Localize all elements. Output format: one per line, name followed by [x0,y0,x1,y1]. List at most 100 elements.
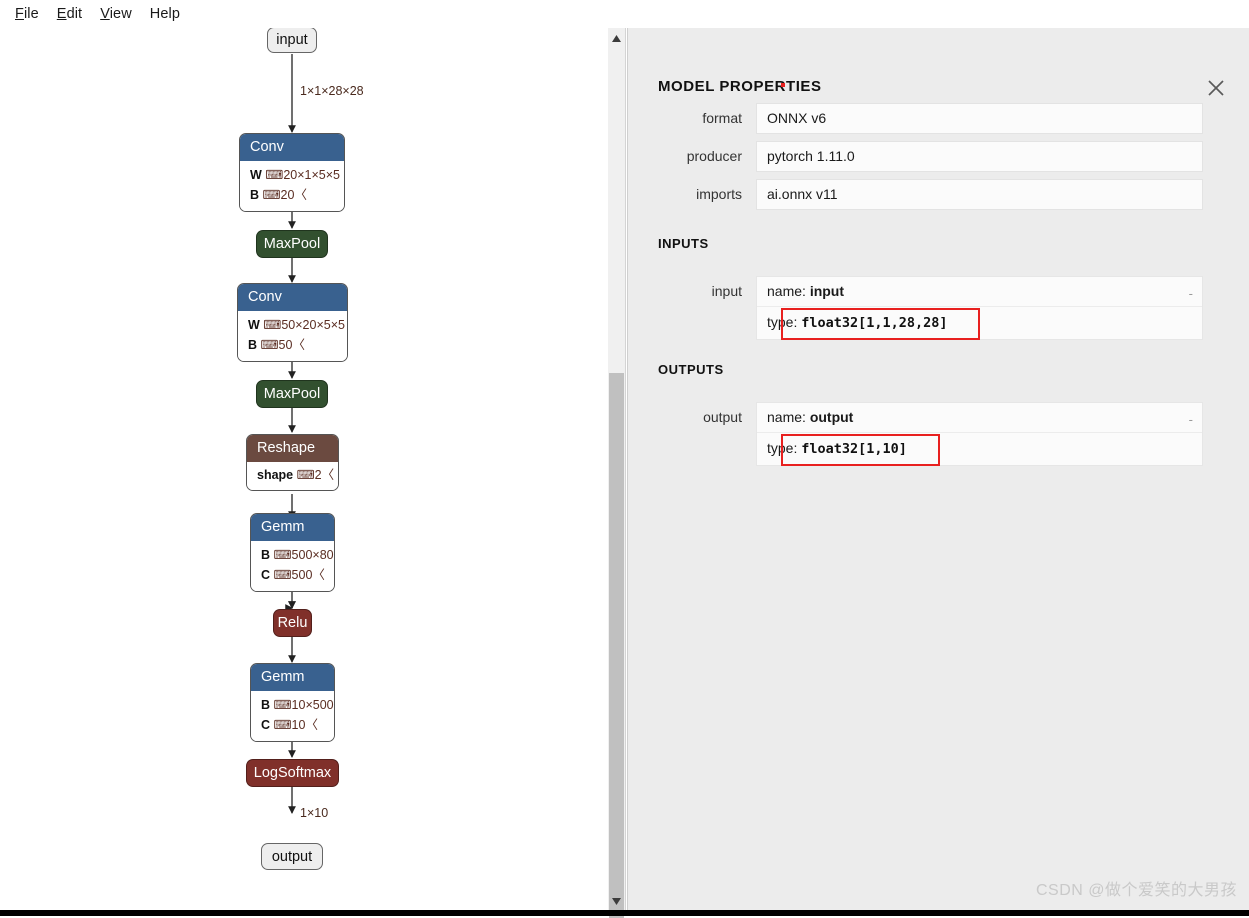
attr-row: C ⌨500〈 [261,566,324,585]
menu-edit-rest: dit [67,6,83,22]
input-name-prefix: name: [767,283,810,299]
bottom-strip [0,910,1249,916]
attr-row: W ⌨20×1×5×5〈 [250,166,334,185]
output-card[interactable]: name: output - type: float32[1,10] [756,402,1203,466]
attr-key: B [261,548,270,562]
graph-edge-label-output: 1×10 [300,806,328,820]
graph-node-conv-1-title: Conv [250,139,284,155]
attr-key: C [261,718,270,732]
graph-node-relu-label: Relu [278,615,308,631]
property-row-producer: producer pytorch 1.11.0 [628,141,1203,172]
attr-value: ⌨2〈 [297,468,335,482]
graph-node-logsoftmax-label: LogSoftmax [254,765,331,781]
property-label: format [628,103,756,133]
graph-node-conv-2-body: W ⌨50×20×5×5〈 B ⌨50〈 [238,311,347,361]
input-name-value: input [810,283,844,299]
watermark: CSDN @做个爱笑的大男孩 [1036,876,1237,900]
graph-node-gemm-2-title: Gemm [261,669,305,685]
property-row-imports: imports ai.onnx v11 [628,179,1203,210]
panel-title: MODEL PROPERTIES [658,78,822,95]
attr-value: ⌨50〈 [261,338,305,352]
graph-node-gemm-2[interactable]: Gemm B ⌨10×500〈 C ⌨10〈 [250,663,335,742]
graph-node-gemm-1[interactable]: Gemm B ⌨500×800〈 C ⌨500〈 [250,513,335,592]
attr-value: ⌨20〈 [263,188,307,202]
property-value[interactable]: pytorch 1.11.0 [756,141,1203,172]
output-type-row: type: float32[1,10] [757,433,1202,465]
graph-node-maxpool-2-label: MaxPool [264,386,320,402]
output-type-value: float32[1,10] [801,441,907,457]
attr-key: B [248,338,257,352]
output-collapse-toggle[interactable]: - [1189,412,1193,427]
attr-row: B ⌨50〈 [248,336,337,355]
graph-node-input[interactable]: input [267,28,317,53]
graph-node-reshape[interactable]: Reshape shape ⌨2〈 [246,434,339,491]
attr-row: shape ⌨2〈 [257,466,328,485]
menu-item-edit[interactable]: Edit [48,4,91,24]
menu-file-rest: ile [24,6,39,22]
property-label: producer [628,141,756,171]
output-label: output [628,402,756,432]
menu-item-file[interactable]: File [6,4,48,24]
attr-row: W ⌨50×20×5×5〈 [248,316,337,335]
menu-edit-accel: E [57,6,67,22]
graph-node-maxpool-2[interactable]: MaxPool [256,380,328,408]
attr-key: B [250,188,259,202]
attr-value: ⌨10×500〈 [274,698,335,712]
menu-help-label: Help [150,6,180,22]
graph-node-reshape-header: Reshape [247,435,338,462]
graph-node-conv-1[interactable]: Conv W ⌨20×1×5×5〈 B ⌨20〈 [239,133,345,212]
graph-node-maxpool-1[interactable]: MaxPool [256,230,328,258]
input-label: input [628,276,756,306]
attr-value: ⌨500〈 [274,568,325,582]
input-type-value: float32[1,1,28,28] [801,315,947,331]
output-name-row: name: output - [757,403,1202,433]
graph-node-maxpool-1-label: MaxPool [264,236,320,252]
graph-node-conv-2[interactable]: Conv W ⌨50×20×5×5〈 B ⌨50〈 [237,283,348,362]
property-value[interactable]: ONNX v6 [756,103,1203,134]
graph-node-gemm-2-header: Gemm [251,664,334,691]
property-row-format: format ONNX v6 [628,103,1203,134]
property-value[interactable]: ai.onnx v11 [756,179,1203,210]
input-type-prefix: type: [767,314,801,330]
scroll-up-arrow-icon[interactable] [608,30,625,47]
attr-row: C ⌨10〈 [261,716,324,735]
graph-node-conv-1-body: W ⌨20×1×5×5〈 B ⌨20〈 [240,161,344,211]
scrollbar-thumb[interactable] [609,373,624,918]
attr-key: B [261,698,270,712]
graph-node-output[interactable]: output [261,843,323,870]
graph-node-relu[interactable]: Relu [273,609,312,637]
graph-node-reshape-body: shape ⌨2〈 [247,462,338,489]
close-icon[interactable] [1203,75,1229,101]
graph-node-gemm-1-title: Gemm [261,519,305,535]
graph-node-reshape-title: Reshape [257,440,315,456]
graph-edge-label-input: 1×1×28×28 [300,84,364,98]
menu-view-rest: iew [110,6,132,22]
canvas-vertical-scrollbar[interactable] [608,28,626,916]
menu-file-accel: F [15,6,24,22]
output-name-value: output [810,409,854,425]
output-name-prefix: name: [767,409,810,425]
graph-node-conv-2-header: Conv [238,284,347,311]
model-properties-panel: MODEL PROPERTIES format ONNX v6 producer… [627,28,1249,916]
attr-value: ⌨50×20×5×5〈 [263,318,348,332]
input-collapse-toggle[interactable]: - [1189,286,1193,301]
menu-view-accel: V [100,6,110,22]
section-heading-outputs: OUTPUTS [658,362,724,377]
input-name-row: name: input - [757,277,1202,307]
graph-node-gemm-2-body: B ⌨10×500〈 C ⌨10〈 [251,691,334,741]
graph-node-logsoftmax[interactable]: LogSoftmax [246,759,339,787]
scroll-down-arrow-icon[interactable] [608,893,625,910]
attr-row: B ⌨10×500〈 [261,696,324,715]
attr-key: C [261,568,270,582]
attr-row: B ⌨500×800〈 [261,546,324,565]
graph-canvas[interactable]: input 1×1×28×28 Conv W ⌨20×1×5×5〈 B ⌨20〈… [0,28,608,916]
output-type-prefix: type: [767,440,801,456]
attr-key: W [248,318,260,332]
graph-node-conv-2-title: Conv [248,289,282,305]
input-card[interactable]: name: input - type: float32[1,1,28,28] [756,276,1203,340]
menu-item-view[interactable]: View [91,4,141,24]
menu-bar: File Edit View Help [0,0,1249,28]
input-block: input name: input - type: float32[1,1,28… [628,276,1203,340]
attr-value: ⌨10〈 [274,718,318,732]
menu-item-help[interactable]: Help [141,4,189,24]
